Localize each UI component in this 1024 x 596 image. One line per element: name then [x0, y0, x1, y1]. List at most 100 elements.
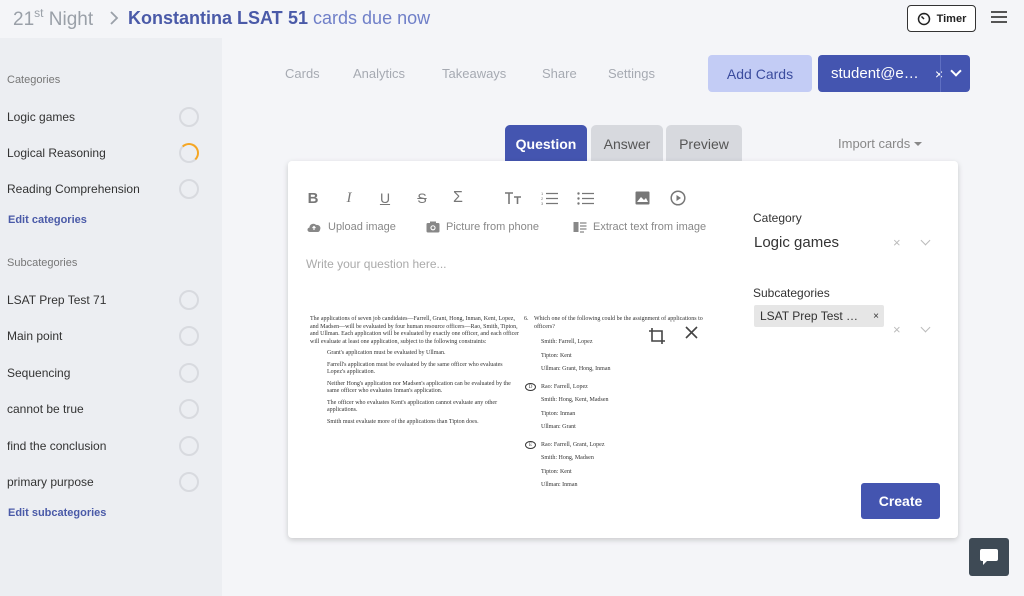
- timer-label: Timer: [936, 12, 967, 25]
- extract-text-button[interactable]: Extract text from image: [573, 221, 706, 233]
- category-item-logic-games[interactable]: Logic games: [7, 106, 199, 128]
- subcategory-item[interactable]: cannot be true: [7, 398, 199, 420]
- tab-question[interactable]: Question: [505, 125, 587, 162]
- deck-title[interactable]: Konstantina LSAT: [128, 8, 283, 29]
- picture-from-phone-button[interactable]: Picture from phone: [426, 221, 539, 233]
- subcategory-item[interactable]: Sequencing: [7, 362, 199, 384]
- strikethrough-icon[interactable]: S: [413, 189, 431, 207]
- student-select[interactable]: student@e… ×: [818, 55, 970, 92]
- subcategory-item[interactable]: Main point: [7, 325, 199, 347]
- subcategory-item[interactable]: primary purpose: [7, 471, 199, 493]
- create-button[interactable]: Create: [861, 483, 940, 519]
- progress-ring-icon: [179, 326, 199, 346]
- chevron-down-icon[interactable]: [920, 322, 931, 333]
- numbered-list-icon[interactable]: 123: [541, 189, 559, 207]
- cloud-upload-icon: [307, 223, 321, 232]
- progress-ring-icon: [179, 363, 199, 383]
- tab-preview[interactable]: Preview: [666, 125, 742, 162]
- nav-takeaways[interactable]: Takeaways: [442, 66, 506, 81]
- question-input[interactable]: Write your question here...: [306, 257, 447, 271]
- svg-text:3: 3: [541, 201, 544, 205]
- camera-icon: [426, 221, 440, 233]
- bold-icon[interactable]: B: [304, 189, 322, 207]
- brand-tail: Night: [43, 9, 94, 30]
- sigma-icon[interactable]: Σ: [449, 189, 467, 207]
- chevron-down-icon[interactable]: [920, 235, 931, 246]
- bullet-list-icon[interactable]: [577, 189, 595, 207]
- subcategory-chip[interactable]: LSAT Prep Test … ×: [754, 305, 884, 327]
- option-block: E Rao: Farrell, Grant, Lopez Smith: Hong…: [524, 440, 719, 490]
- option-line: Ullman: Grant, Hong, Inman: [541, 366, 611, 372]
- category-item-reading-comprehension[interactable]: Reading Comprehension: [7, 178, 199, 200]
- nav-settings[interactable]: Settings: [608, 66, 655, 81]
- nav-cards[interactable]: Cards: [285, 66, 320, 81]
- italic-icon[interactable]: I: [340, 189, 358, 207]
- option-line: Smith: Hong, Kent, Madsen: [541, 397, 609, 403]
- image-icon[interactable]: [633, 189, 651, 207]
- import-cards-dropdown[interactable]: Import cards: [838, 136, 923, 151]
- doc-constraint: Neither Hong's application nor Madsen's …: [327, 380, 511, 395]
- subcategories-label: Subcategories: [753, 286, 830, 300]
- doc-left-column: The applications of seven job candidates…: [310, 316, 520, 430]
- nav-analytics[interactable]: Analytics: [353, 66, 405, 81]
- chat-button[interactable]: [969, 538, 1009, 576]
- question-number: 6.: [524, 316, 529, 322]
- video-play-icon[interactable]: [669, 189, 687, 207]
- subcategory-label: primary purpose: [7, 475, 94, 489]
- progress-ring-icon: [179, 436, 199, 456]
- subcategory-item[interactable]: find the conclusion: [7, 435, 199, 457]
- chip-remove-icon[interactable]: ×: [873, 311, 879, 322]
- upload-image-button[interactable]: Upload image: [306, 221, 396, 233]
- option-line: Tipton: Inman: [541, 410, 576, 417]
- edit-categories-link[interactable]: Edit categories: [8, 214, 87, 226]
- caret-down-icon: [914, 142, 923, 146]
- category-label: Logical Reasoning: [7, 146, 106, 160]
- progress-ring-icon: [179, 143, 199, 163]
- progress-ring-icon: [179, 179, 199, 199]
- card-editor: B I U S Σ 123 Upload image Picture from …: [288, 161, 958, 538]
- option-line: Ullman: Grant: [541, 424, 576, 430]
- text-size-icon[interactable]: [504, 189, 522, 207]
- student-email: student@e…: [831, 65, 919, 82]
- remove-image-icon[interactable]: [685, 326, 698, 344]
- divider: [940, 55, 941, 92]
- option-line: Ullman: Inman: [541, 482, 578, 488]
- categories-heading: Categories: [7, 74, 61, 86]
- clear-category-icon[interactable]: ×: [893, 235, 901, 250]
- option-line: Smith: Hong, Madsen: [541, 455, 594, 461]
- option-line: Tipton: Kent: [541, 468, 572, 475]
- option-letter: D: [525, 382, 536, 391]
- chevron-down-icon[interactable]: [950, 65, 962, 77]
- subcategory-label: cannot be true: [7, 402, 84, 416]
- tab-answer[interactable]: Answer: [591, 125, 663, 162]
- nav-share[interactable]: Share: [542, 66, 577, 81]
- doc-constraint: Smith must evaluate more of the applicat…: [327, 418, 479, 425]
- extract-text-icon: [573, 222, 587, 233]
- underline-icon[interactable]: U: [376, 189, 394, 207]
- question-text: Which one of the following could be the …: [534, 316, 703, 330]
- subcategory-item[interactable]: LSAT Prep Test 71: [7, 289, 199, 311]
- crop-icon[interactable]: [648, 327, 666, 345]
- chip-label: LSAT Prep Test …: [760, 309, 859, 323]
- category-label: Logic games: [7, 110, 76, 124]
- sidebar: Categories Logic games Logical Reasoning…: [0, 38, 222, 596]
- hamburger-menu-icon[interactable]: [991, 11, 1007, 25]
- subcategories-heading: Subcategories: [7, 257, 78, 269]
- doc-paragraph: The applications of seven job candidates…: [310, 316, 519, 345]
- due-status[interactable]: 51 cards due now: [288, 8, 430, 29]
- clear-subcategories-icon[interactable]: ×: [893, 322, 901, 337]
- category-item-logical-reasoning[interactable]: Logical Reasoning: [7, 142, 199, 164]
- progress-ring-icon: [179, 472, 199, 492]
- edit-subcategories-link[interactable]: Edit subcategories: [8, 507, 106, 519]
- option-letter: E: [525, 440, 536, 449]
- subcategory-label: find the conclusion: [7, 439, 107, 453]
- timer-button[interactable]: Timer: [907, 5, 976, 32]
- option-line: Rao: Farrell, Grant, Lopez: [541, 441, 605, 448]
- subcategory-label: Sequencing: [7, 366, 71, 380]
- add-cards-button[interactable]: Add Cards: [708, 55, 812, 92]
- option-block: D Rao: Farrell, Lopez Smith: Hong, Kent,…: [524, 382, 719, 432]
- category-label: Reading Comprehension: [7, 182, 140, 196]
- top-header: 21st Night Konstantina LSAT 51 cards due…: [0, 0, 1024, 38]
- brand-logo[interactable]: 21st Night: [13, 6, 93, 31]
- category-select[interactable]: Logic games: [754, 234, 839, 251]
